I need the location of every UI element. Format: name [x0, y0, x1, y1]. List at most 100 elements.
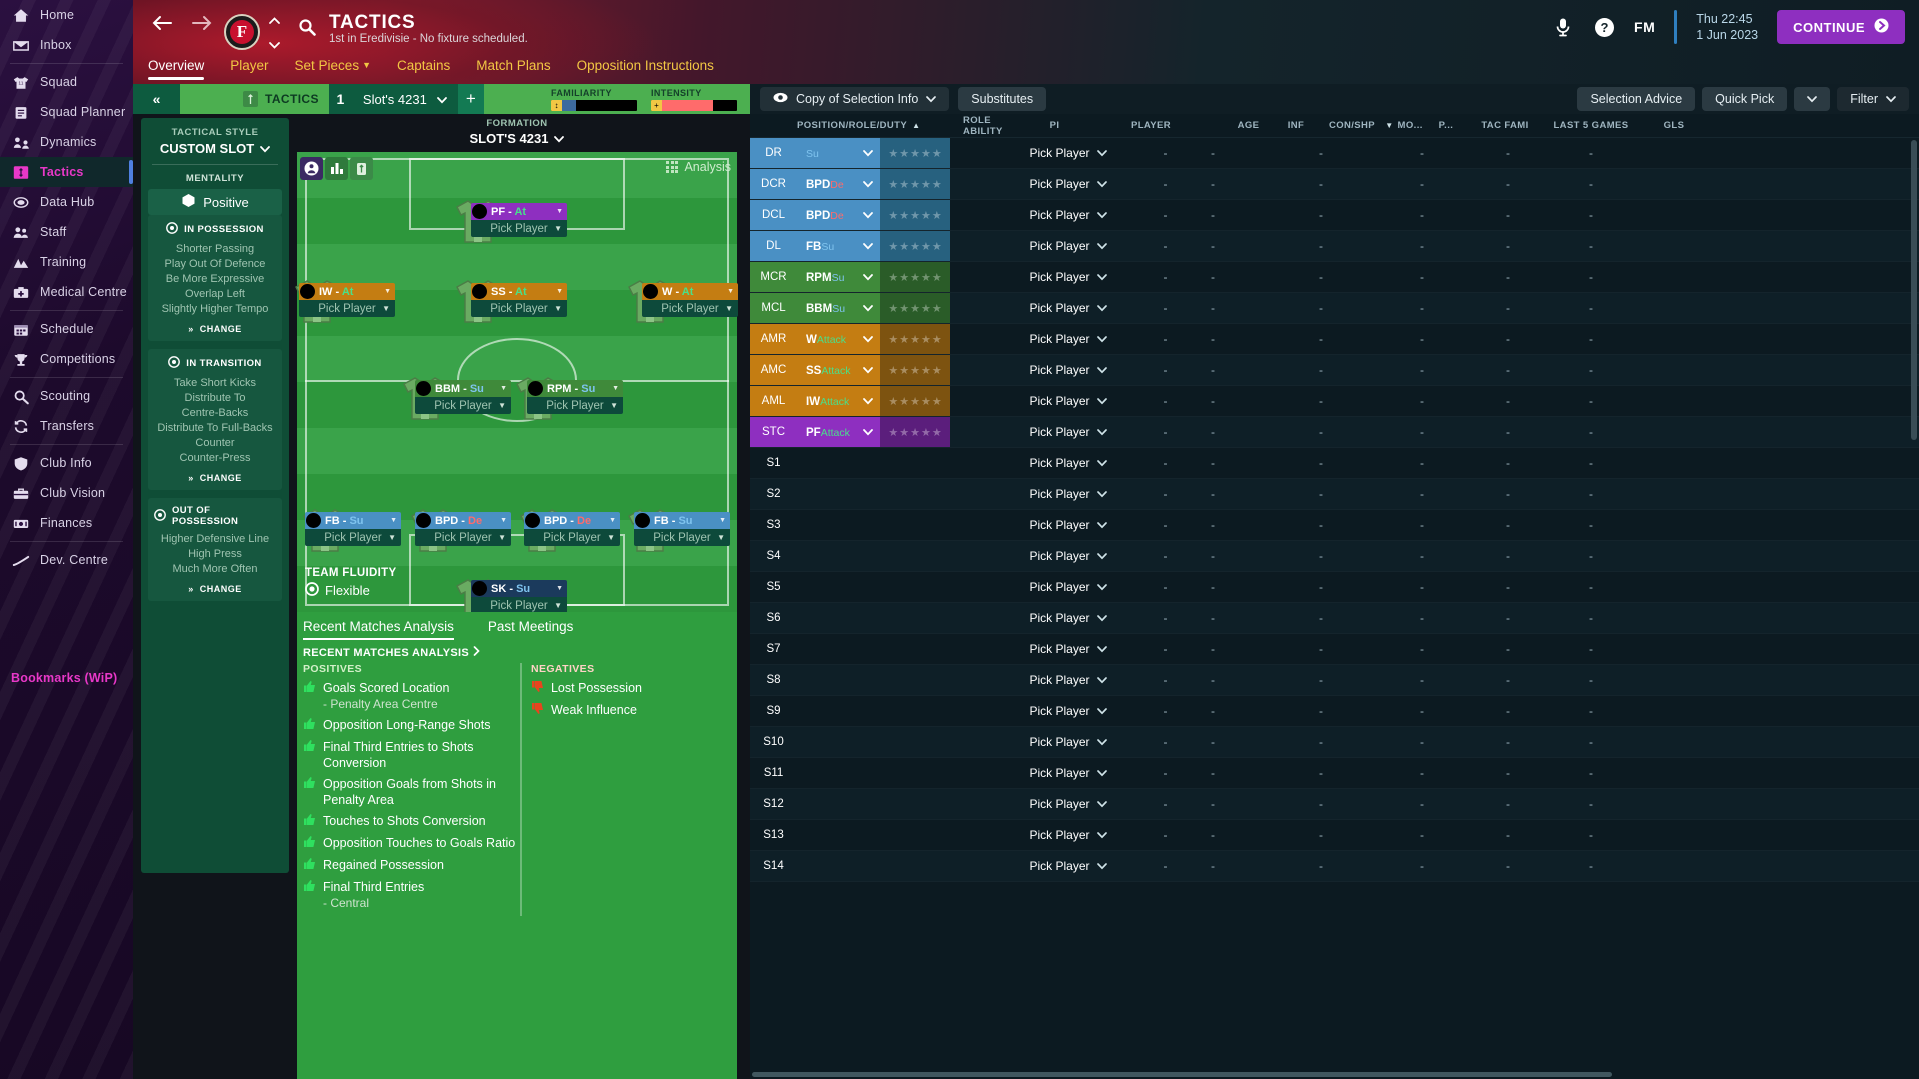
chevron-down-icon[interactable]: [863, 425, 873, 439]
selection-info-dropdown[interactable]: Copy of Selection Info: [760, 87, 950, 111]
table-row[interactable]: AMC SSAttack ★ ★ ★ ★ ★ Pick Player - - - - - -: [750, 355, 1919, 386]
cell-pi[interactable]: [950, 541, 993, 571]
cell-player[interactable]: Pick Player: [993, 138, 1143, 168]
cell-player[interactable]: Pick Player: [993, 665, 1143, 695]
chevron-down-icon[interactable]: [268, 36, 280, 54]
chevron-down-icon[interactable]: [863, 146, 873, 160]
chevron-down-icon[interactable]: [863, 239, 873, 253]
table-row[interactable]: S6 Pick Player - - - - - -: [750, 603, 1919, 634]
cell-pi[interactable]: [950, 386, 993, 416]
sidebar-item-schedule[interactable]: Schedule: [0, 314, 133, 344]
cell-player[interactable]: Pick Player: [993, 789, 1143, 819]
fm-logo[interactable]: FM: [1634, 19, 1655, 35]
cell-player[interactable]: Pick Player: [993, 386, 1143, 416]
chevron-down-icon[interactable]: [863, 394, 873, 408]
back-icon[interactable]: [151, 14, 173, 32]
table-row[interactable]: S13 Pick Player - - - - - -: [750, 820, 1919, 851]
column-header-l5[interactable]: LAST 5 GAMES: [1543, 120, 1639, 131]
table-row[interactable]: S4 Pick Player - - - - - -: [750, 541, 1919, 572]
cell-pi[interactable]: [950, 727, 993, 757]
player-slot[interactable]: FB - Su ▼ Pick Player ▼: [305, 512, 401, 546]
search-icon[interactable]: [298, 18, 316, 41]
sidebar-item-dev-centre[interactable]: Dev. Centre: [0, 545, 133, 575]
forward-icon[interactable]: [191, 14, 213, 32]
pick-player-dropdown[interactable]: Pick Player ▼: [471, 300, 567, 317]
table-row[interactable]: DCR BPDDe ★ ★ ★ ★ ★ Pick Player - - - - - -: [750, 169, 1919, 200]
table-row[interactable]: STC PFAttack ★ ★ ★ ★ ★ Pick Player - - - - - -: [750, 417, 1919, 448]
cell-role-duty[interactable]: BPDDe: [797, 200, 880, 230]
pick-player-dropdown[interactable]: Pick Player ▼: [524, 529, 620, 546]
cell-player[interactable]: Pick Player: [993, 851, 1143, 881]
table-row[interactable]: DL FBSu ★ ★ ★ ★ ★ Pick Player - - - - - -: [750, 231, 1919, 262]
sidebar-item-home[interactable]: Home: [0, 0, 133, 30]
sidebar-item-club-vision[interactable]: Club Vision: [0, 478, 133, 508]
continue-button[interactable]: CONTINUE: [1777, 10, 1905, 44]
help-icon[interactable]: ?: [1593, 16, 1615, 38]
quick-pick-dropdown[interactable]: [1794, 87, 1831, 111]
table-row[interactable]: S14 Pick Player - - - - - -: [750, 851, 1919, 882]
column-header-mo[interactable]: ▼ MO...: [1383, 120, 1425, 131]
chevron-down-icon[interactable]: [863, 208, 873, 222]
analysis-tab-recent-matches-analysis[interactable]: Recent Matches Analysis: [303, 619, 454, 640]
cell-player[interactable]: Pick Player: [993, 417, 1143, 447]
pick-player-dropdown[interactable]: Pick Player ▼: [415, 397, 511, 414]
cell-pi[interactable]: [950, 293, 993, 323]
chevron-down-icon[interactable]: [863, 177, 873, 191]
cell-role-duty[interactable]: WAttack: [797, 324, 880, 354]
team-fluidity[interactable]: TEAM FLUIDITY Flexible: [305, 567, 396, 599]
table-row[interactable]: S12 Pick Player - - - - - -: [750, 789, 1919, 820]
player-slot[interactable]: IW - At ▼ Pick Player ▼: [299, 283, 395, 317]
cell-role-duty[interactable]: SSAttack: [797, 355, 880, 385]
cell-player[interactable]: Pick Player: [993, 293, 1143, 323]
table-row[interactable]: MCL BBMSu ★ ★ ★ ★ ★ Pick Player - - - - - -: [750, 293, 1919, 324]
cell-pi[interactable]: [950, 510, 993, 540]
sidebar-item-training[interactable]: Training: [0, 247, 133, 277]
horizontal-scrollbar[interactable]: [750, 1070, 1919, 1079]
player-role-dropdown[interactable]: RPM - Su ▼: [527, 380, 623, 397]
cell-role-duty[interactable]: BPDDe: [797, 169, 880, 199]
player-slot[interactable]: SK - Su ▼ Pick Player ▼: [471, 580, 567, 614]
cell-pi[interactable]: [950, 634, 993, 664]
player-slot[interactable]: BBM - Su ▼ Pick Player ▼: [415, 380, 511, 414]
pick-player-dropdown[interactable]: Pick Player ▼: [305, 529, 401, 546]
player-role-dropdown[interactable]: SS - At ▼: [471, 283, 567, 300]
slot-number[interactable]: 1: [328, 84, 352, 114]
cell-role-duty[interactable]: IWAttack: [797, 386, 880, 416]
swap-view-icon[interactable]: [350, 157, 373, 180]
player-role-dropdown[interactable]: BBM - Su ▼: [415, 380, 511, 397]
table-row[interactable]: S11 Pick Player - - - - - -: [750, 758, 1919, 789]
sidebar-item-tactics[interactable]: Tactics: [0, 157, 133, 187]
column-header-tac[interactable]: TAC FAMI: [1467, 120, 1543, 131]
pick-player-dropdown[interactable]: Pick Player ▼: [527, 397, 623, 414]
player-slot[interactable]: W - At ▼ Pick Player ▼: [642, 283, 738, 317]
cell-pi[interactable]: [950, 355, 993, 385]
cell-pi[interactable]: [950, 758, 993, 788]
pick-player-dropdown[interactable]: Pick Player ▼: [642, 300, 738, 317]
cell-player[interactable]: Pick Player: [993, 758, 1143, 788]
sidebar-item-data-hub[interactable]: Data Hub: [0, 187, 133, 217]
cell-player[interactable]: Pick Player: [993, 448, 1143, 478]
cell-pi[interactable]: [950, 231, 993, 261]
cell-player[interactable]: Pick Player: [993, 727, 1143, 757]
cell-role-duty[interactable]: FBSu: [797, 231, 880, 261]
analysis-heading-row[interactable]: RECENT MATCHES ANALYSIS: [297, 640, 737, 663]
cell-player[interactable]: Pick Player: [993, 200, 1143, 230]
sidebar-item-medical-centre[interactable]: Medical Centre: [0, 277, 133, 307]
table-row[interactable]: S1 Pick Player - - - - - -: [750, 448, 1919, 479]
column-header-position[interactable]: POSITION/ROLE/DUTY ▲: [797, 120, 963, 131]
player-role-dropdown[interactable]: SK - Su ▼: [471, 580, 567, 597]
cell-pi[interactable]: [950, 324, 993, 354]
column-header-pi[interactable]: PI: [1033, 120, 1076, 131]
column-header-gls[interactable]: GLS: [1639, 120, 1709, 131]
pick-player-dropdown[interactable]: Pick Player ▼: [299, 300, 395, 317]
club-crest[interactable]: F: [224, 14, 260, 50]
add-tactic-button[interactable]: +: [457, 84, 484, 114]
table-row[interactable]: MCR RPMSu ★ ★ ★ ★ ★ Pick Player - - - - - -: [750, 262, 1919, 293]
stats-view-icon[interactable]: [325, 157, 348, 180]
cell-role-duty[interactable]: PFAttack: [797, 417, 880, 447]
player-slot[interactable]: BPD - De ▼ Pick Player ▼: [415, 512, 511, 546]
sidebar-item-inbox[interactable]: Inbox: [0, 30, 133, 60]
player-role-dropdown[interactable]: FB - Su ▼: [305, 512, 401, 529]
cell-player[interactable]: Pick Player: [993, 572, 1143, 602]
slot-selector[interactable]: Slot's 4231: [351, 84, 458, 114]
